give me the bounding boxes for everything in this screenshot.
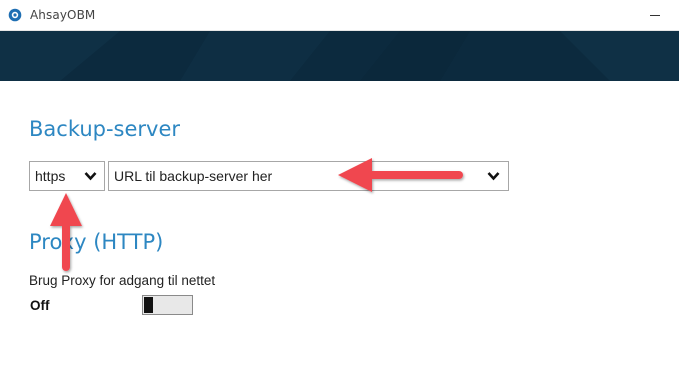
use-proxy-label: Brug Proxy for adgang til nettet: [29, 273, 216, 288]
app-logo-icon: [8, 8, 22, 22]
server-url-select[interactable]: URL til backup-server her: [108, 161, 509, 191]
protocol-select[interactable]: https: [29, 161, 105, 191]
protocol-value: https: [35, 168, 66, 184]
proxy-toggle[interactable]: [142, 295, 193, 315]
server-url-value: URL til backup-server her: [114, 168, 273, 184]
chevron-down-icon: [84, 172, 97, 181]
banner-pattern: [0, 31, 679, 81]
toggle-knob: [144, 297, 153, 313]
minimize-icon[interactable]: [633, 0, 679, 31]
proxy-heading: Proxy (HTTP): [29, 230, 164, 254]
chevron-down-icon: [487, 172, 500, 181]
proxy-toggle-state: Off: [30, 298, 50, 313]
header-banner: [0, 31, 679, 81]
window-title: AhsayOBM: [30, 8, 96, 22]
title-bar: AhsayOBM: [0, 0, 679, 31]
backup-server-heading: Backup-server: [29, 117, 181, 141]
